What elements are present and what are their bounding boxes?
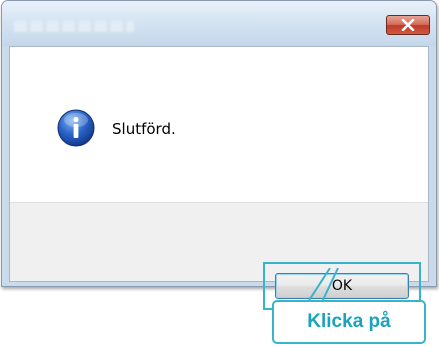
- ok-button[interactable]: OK: [275, 273, 409, 299]
- dialog-window: Slutförd. OK: [1, 0, 437, 310]
- blurred-window-title: [14, 21, 134, 32]
- button-bar: OK: [10, 202, 428, 310]
- close-icon: [401, 19, 415, 31]
- callout-label: Klicka på: [307, 311, 391, 332]
- close-button[interactable]: [386, 15, 430, 35]
- instruction-callout: Klicka på: [272, 300, 426, 344]
- dialog-message: Slutförd.: [112, 120, 176, 138]
- message-area: Slutförd.: [10, 47, 428, 202]
- callout-pointer: [307, 268, 339, 303]
- info-icon: [57, 109, 95, 147]
- dialog-client-area: Slutförd. OK: [9, 46, 429, 310]
- title-bar[interactable]: [2, 1, 436, 46]
